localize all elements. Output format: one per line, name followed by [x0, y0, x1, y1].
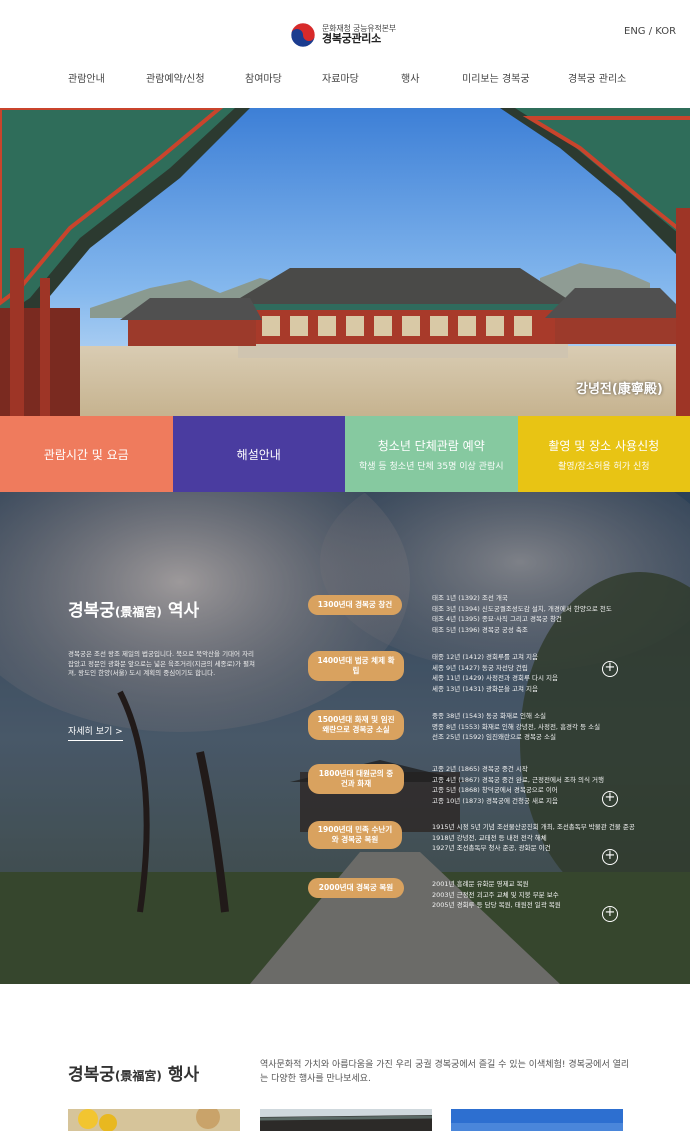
timeline-text: 중종 38년 (1543) 동궁 화재로 인해 소실 명종 8년 (1553) …: [432, 712, 601, 741]
history-more-link[interactable]: 자세히 보기 >: [68, 724, 123, 741]
nav-item-reservation[interactable]: 관람예약/신청: [146, 70, 205, 85]
tile-title: 해설안내: [236, 447, 281, 462]
nav-item-preview[interactable]: 미리보는 경복궁: [462, 70, 530, 85]
nav-item-office[interactable]: 경복궁 관리소: [568, 70, 626, 85]
events-section: 경복궁(景福宮) 행사 역사문화적 가치와 아름다움을 가진 우리 궁궐 경복궁…: [0, 984, 690, 1131]
expand-plus-icon[interactable]: +: [602, 661, 618, 677]
tile-guide[interactable]: 해설안내: [172, 416, 345, 492]
logo-title: 경복궁관리소: [322, 32, 381, 46]
hero-caption: 강녕전(康寧殿): [576, 382, 663, 397]
tile-title: 관람시간 및 요금: [43, 447, 129, 462]
tile-subtitle: 학생 등 청소년 단체 35명 이상 관람시: [358, 461, 504, 472]
event-card[interactable]: [451, 1109, 623, 1131]
event-thumbnail: [68, 1109, 240, 1131]
quick-links: 관람시간 및 요금 해설안내 청소년 단체관람 예약 학생 등 청소년 단체 3…: [0, 416, 690, 492]
hero-banner[interactable]: 강녕전(康寧殿): [0, 108, 690, 416]
nav-item-participation[interactable]: 참여마당: [245, 70, 282, 85]
timeline-badge[interactable]: 1300년대 경복궁 창건: [308, 595, 402, 615]
expand-plus-icon[interactable]: +: [602, 791, 618, 807]
timeline-badge[interactable]: 2000년대 경복궁 복원: [308, 878, 404, 898]
timeline-text: 태종 12년 (1412) 경회루를 고쳐 지음 세종 9년 (1427) 동궁…: [432, 653, 559, 693]
nav-item-visit-info[interactable]: 관람안내: [68, 70, 105, 85]
tile-hours-fees[interactable]: 관람시간 및 요금: [0, 416, 173, 492]
expand-plus-icon[interactable]: +: [602, 906, 618, 922]
taeguk-logo-icon: [290, 22, 316, 48]
history-section: 경복궁(景福宮) 역사 경복궁은 조선 왕조 제일의 법궁입니다. 북으로 북악…: [0, 492, 690, 984]
event-thumbnail: [451, 1109, 623, 1131]
tile-subtitle: 촬영/장소허용 허가 신청: [557, 461, 650, 472]
expand-plus-icon[interactable]: +: [602, 849, 618, 865]
timeline-badge[interactable]: 1900년대 민족 수난기와 경복궁 복원: [308, 821, 402, 849]
tile-title: 청소년 단체관람 예약: [377, 438, 485, 453]
timeline-badge[interactable]: 1500년대 화재 및 임진왜란으로 경복궁 소실: [308, 710, 404, 740]
tile-title: 촬영 및 장소 사용신청: [548, 438, 660, 453]
history-description: 경복궁은 조선 왕조 제일의 법궁입니다. 북으로 북악산을 기대어 자리 잡았…: [68, 650, 255, 677]
tile-filming-request[interactable]: 촬영 및 장소 사용신청 촬영/장소허용 허가 신청: [517, 416, 690, 492]
event-card[interactable]: [68, 1109, 240, 1131]
tile-youth-group[interactable]: 청소년 단체관람 예약 학생 등 청소년 단체 35명 이상 관람시: [345, 416, 518, 492]
language-switch[interactable]: ENG / KOR: [624, 26, 676, 37]
palace-photo: [0, 108, 690, 416]
timeline-badge[interactable]: 1400년대 법궁 체제 확립: [308, 651, 404, 681]
timeline-text: 2001년 흥례문 유화문 영제교 복원 2003년 근정전 괴고주 교체 및 …: [432, 880, 561, 909]
main-nav: 관람안내 관람예약/신청 참여마당 자료마당 행사 미리보는 경복궁 경복궁 관…: [0, 70, 690, 88]
site-logo[interactable]: 문화재청 궁능유적본부 경복궁관리소: [290, 22, 396, 48]
nav-item-events[interactable]: 행사: [401, 70, 419, 85]
events-description: 역사문화적 가치와 아름다움을 가진 우리 궁궐 경복궁에서 즐길 수 있는 이…: [260, 1060, 630, 1084]
history-title: 경복궁(景福宮) 역사: [68, 601, 200, 621]
timeline-text: 고종 2년 (1865) 경복궁 중건 시작 고종 4년 (1867) 경복궁 …: [432, 765, 604, 805]
timeline-text: 태조 1년 (1392) 조선 개국 태조 3년 (1394) 신도궁궐조성도감…: [432, 594, 612, 634]
events-title: 경복궁(景福宮) 행사: [68, 1065, 200, 1085]
nav-item-resources[interactable]: 자료마당: [322, 70, 359, 85]
event-thumbnail: [260, 1109, 432, 1131]
event-card[interactable]: [260, 1109, 432, 1131]
site-header: 문화재청 궁능유적본부 경복궁관리소 ENG / KOR 관람안내 관람예약/신…: [0, 0, 690, 108]
timeline-badge[interactable]: 1800년대 대원군의 중건과 화재: [308, 764, 404, 794]
